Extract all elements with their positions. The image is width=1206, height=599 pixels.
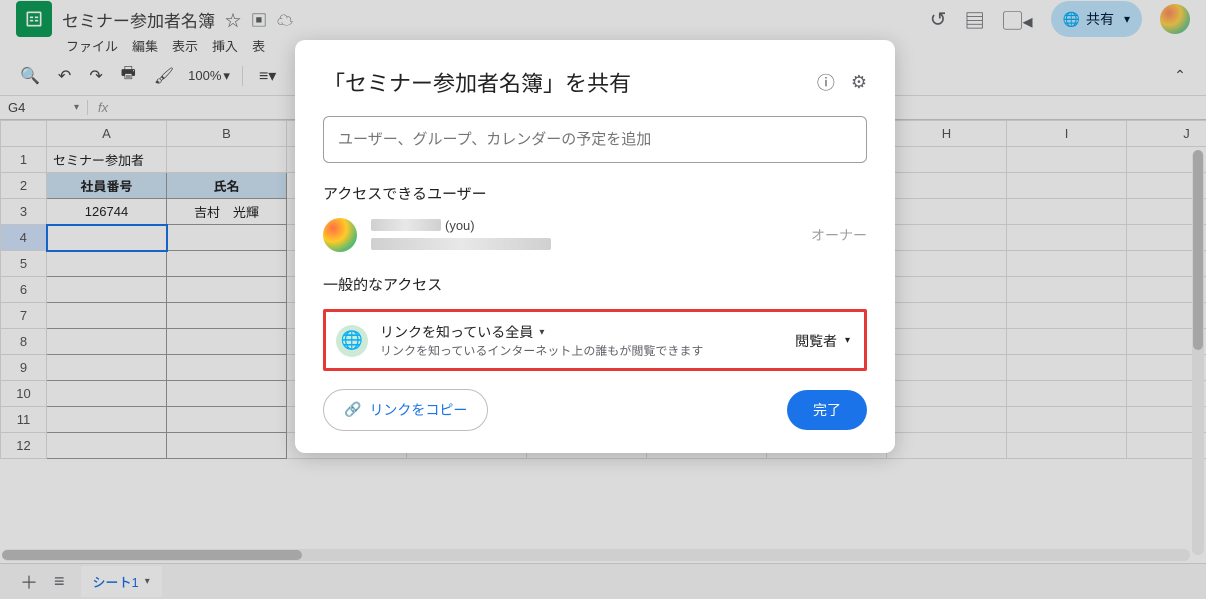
link-scope-label: リンクを知っている全員 [380,322,533,342]
help-icon[interactable]: ⓘ [817,69,835,95]
role-selector[interactable]: 閲覧者 ▾ [791,325,854,357]
chevron-down-icon: ▾ [845,335,850,346]
copy-link-button[interactable]: 🔗 リンクをコピー [323,389,488,431]
redacted-email [371,238,551,250]
share-dialog: 「セミナー参加者名簿」を共有 ⓘ ⚙ アクセスできるユーザー (you) オーナ… [295,40,895,453]
link-icon: 🔗 [344,401,361,418]
add-people-input[interactable] [323,116,867,163]
copy-link-label: リンクをコピー [369,400,467,420]
user-row: (you) オーナー [323,218,867,252]
redacted-name [371,219,441,231]
general-access-box: 🌐 リンクを知っている全員 ▾ リンクを知っているインターネット上の誰もが閲覧で… [323,309,867,371]
dialog-title: 「セミナー参加者名簿」を共有 [323,66,801,98]
done-button[interactable]: 完了 [787,390,867,430]
link-scope-selector[interactable]: リンクを知っている全員 ▾ [380,322,779,342]
gear-icon[interactable]: ⚙ [851,72,867,93]
chevron-down-icon: ▾ [539,327,544,338]
user-avatar-icon [323,218,357,252]
general-access-label: 一般的なアクセス [323,274,867,295]
owner-label: オーナー [811,225,867,245]
role-label: 閲覧者 [795,331,837,351]
access-section-label: アクセスできるユーザー [323,183,867,204]
globe-icon: 🌐 [336,325,368,357]
you-label: (you) [445,218,475,233]
link-scope-description: リンクを知っているインターネット上の誰もが閲覧できます [380,344,779,360]
